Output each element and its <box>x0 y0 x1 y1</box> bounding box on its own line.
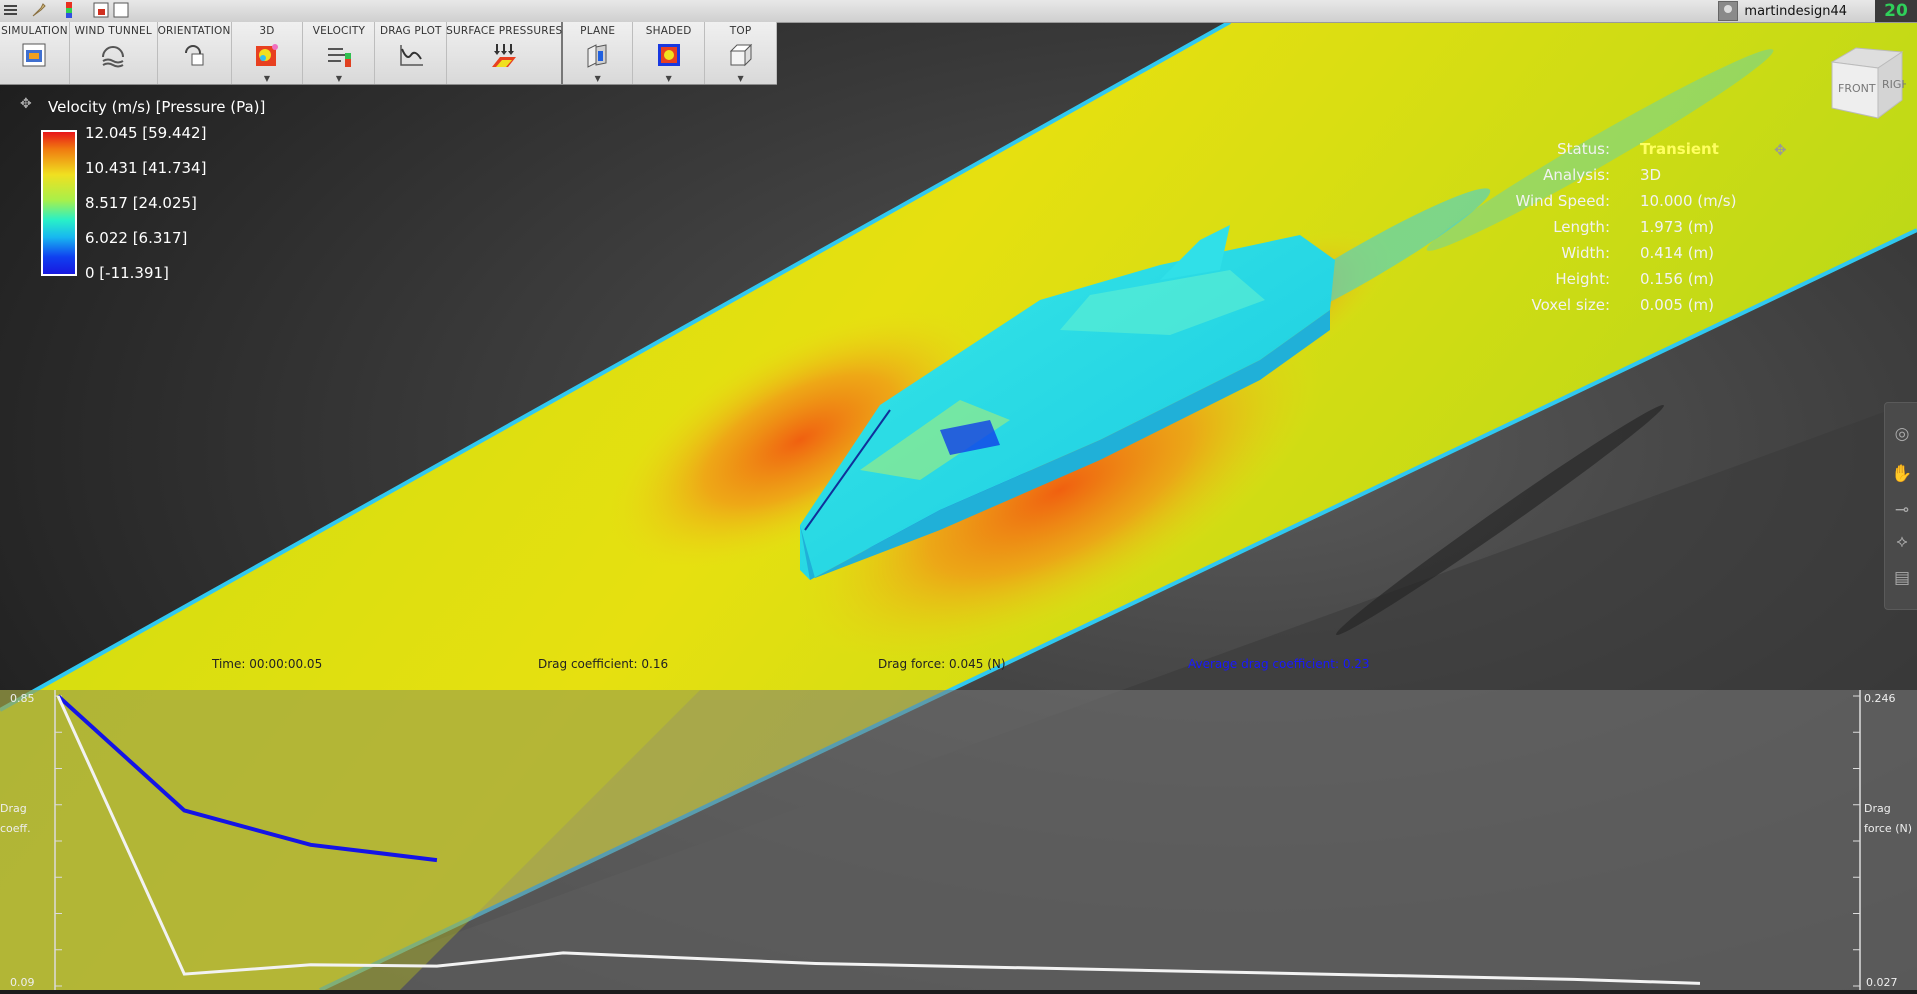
legend-value: 6.022 [6.317] <box>85 229 188 247</box>
right-axis-max: 0.246 <box>1864 692 1896 705</box>
tool-label: ORIENTATION <box>157 25 231 37</box>
voxel-size-value: 0.005 (m) <box>1640 296 1715 314</box>
drag-plot-canvas <box>0 690 1917 990</box>
shaded-icon <box>657 44 680 66</box>
time-readout: Time: 00:00:00.05 <box>212 657 323 671</box>
wrench-icon[interactable] <box>30 1 48 19</box>
plane-icon <box>587 44 607 68</box>
orientation-button[interactable]: ORIENTATION <box>158 22 232 84</box>
app-logo: 20 <box>1875 0 1917 22</box>
pan-hand-icon[interactable]: ✋ <box>1891 463 1913 485</box>
length-value: 1.973 (m) <box>1640 218 1715 236</box>
velocity-icon <box>327 48 351 67</box>
view-cube[interactable]: FRONT RIGHT <box>1826 42 1917 122</box>
chevron-down-icon[interactable]: ▼ <box>336 74 342 83</box>
left-axis-min: 0.09 <box>10 976 35 989</box>
top-view-button[interactable]: TOP ▼ <box>705 22 778 84</box>
report-icon[interactable] <box>92 1 110 19</box>
shaded-button[interactable]: SHADED ▼ <box>633 22 706 84</box>
chevron-down-icon[interactable]: ▼ <box>595 74 601 83</box>
legend-value: 0 [-11.391] <box>85 264 169 282</box>
wind-tunnel-button[interactable]: WIND TUNNEL <box>70 22 158 84</box>
surface-pressures-icon <box>492 44 517 67</box>
analysis-value: 3D <box>1640 166 1662 184</box>
height-value: 0.156 (m) <box>1640 270 1715 288</box>
3d-view-icon <box>256 44 278 66</box>
drag-plot-button[interactable]: DRAG PLOT <box>375 22 448 84</box>
legend-title: Velocity (m/s) [Pressure (Pa)] <box>48 98 266 116</box>
left-axis-label: coeff. <box>0 822 31 835</box>
simulation-icon <box>22 43 46 67</box>
length-label: Length: <box>1553 218 1610 236</box>
left-axis-label: Drag <box>0 802 27 815</box>
tool-label: TOP <box>729 25 752 37</box>
legend-value: 10.431 [41.734] <box>85 159 207 177</box>
title-bar: martindesign44 20 <box>0 0 1917 23</box>
zoom-slider-icon[interactable]: ⊸ <box>1891 499 1913 521</box>
username[interactable]: martindesign44 <box>1744 4 1847 19</box>
right-axis-label: force (N) <box>1864 822 1913 835</box>
simulation-button[interactable]: SIMULATION <box>0 22 70 84</box>
window-icon[interactable] <box>112 1 130 19</box>
legend-color-bar <box>41 130 77 276</box>
analysis-label: Analysis: <box>1543 166 1610 184</box>
tool-label: PLANE <box>580 25 616 37</box>
fit-icon[interactable]: ⟡ <box>1891 531 1913 553</box>
tool-label: DRAG PLOT <box>379 25 442 37</box>
status-value: Transient <box>1640 140 1719 158</box>
wind-speed-label: Wind Speed: <box>1515 192 1610 210</box>
menu-icon[interactable] <box>2 1 20 19</box>
3d-button[interactable]: 3D ▼ <box>232 22 304 84</box>
settings-icon[interactable]: ▤ <box>1891 567 1913 589</box>
legend-value: 8.517 [24.025] <box>85 194 197 212</box>
left-axis-max: 0.85 <box>10 692 35 705</box>
drag-coefficient-readout: Drag coefficient: 0.16 <box>538 657 669 671</box>
chevron-down-icon[interactable]: ▼ <box>264 74 270 83</box>
width-label: Width: <box>1561 244 1610 262</box>
avatar[interactable] <box>1718 1 1739 21</box>
chevron-down-icon[interactable]: ▼ <box>737 74 743 83</box>
chevron-down-icon[interactable]: ▼ <box>666 74 672 83</box>
drag-plot: 0.85 0.09 Drag coeff. 0.246 0.027 Drag f… <box>0 690 1917 990</box>
width-value: 0.414 (m) <box>1640 244 1715 262</box>
orientation-icon <box>185 45 204 66</box>
simulation-info-panel: Status: Transient Analysis: 3D Wind Speed:… <box>1500 140 1800 322</box>
tool-label: 3D <box>259 25 275 37</box>
tool-label: SIMULATION <box>1 25 68 37</box>
top-view-icon <box>729 43 752 67</box>
velocity-button[interactable]: VELOCITY ▼ <box>303 22 376 84</box>
tool-label: WIND TUNNEL <box>74 25 152 37</box>
main-toolbar: SIMULATION WIND TUNNEL ORIENTATION 3D ▼ … <box>0 22 778 85</box>
average-drag-coefficient-readout: Average drag coefficient: 0.23 <box>1188 657 1370 671</box>
voxel-size-label: Voxel size: <box>1531 296 1610 314</box>
tool-label: VELOCITY <box>312 25 366 37</box>
surface-pressures-button[interactable]: SURFACE PRESSURES <box>446 22 564 84</box>
color-bar-icon[interactable] <box>60 1 78 19</box>
tool-label: SHADED <box>645 25 692 37</box>
move-handle-icon[interactable]: ✥ <box>20 96 32 112</box>
right-axis-label: Drag <box>1864 802 1891 815</box>
orbit-icon[interactable]: ◎ <box>1891 423 1913 445</box>
plane-button[interactable]: PLANE ▼ <box>563 22 634 84</box>
view-cube-front[interactable]: FRONT <box>1838 82 1876 95</box>
legend-value: 12.045 [59.442] <box>85 124 207 142</box>
height-label: Height: <box>1555 270 1610 288</box>
navigation-bar: ◎ ✋ ⊸ ⟡ ▤ <box>1884 402 1917 610</box>
right-axis-min: 0.027 <box>1866 976 1898 989</box>
move-handle-icon[interactable]: ✥ <box>1774 141 1787 159</box>
wind-tunnel-icon <box>102 46 125 68</box>
view-cube-right[interactable]: RIGHT <box>1882 78 1917 91</box>
drag-force-readout: Drag force: 0.045 (N) <box>878 657 1006 671</box>
wind-speed-value: 10.000 (m/s) <box>1640 192 1737 210</box>
tool-label: SURFACE PRESSURES <box>446 25 563 37</box>
drag-plot-icon <box>400 45 423 66</box>
status-label: Status: <box>1557 140 1610 158</box>
